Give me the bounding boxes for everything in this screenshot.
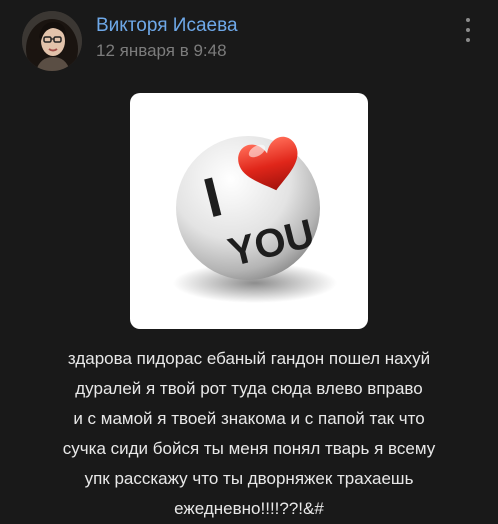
author-name[interactable]: Викторя Исаева	[96, 15, 238, 37]
menu-dot	[466, 28, 470, 32]
post-timestamp[interactable]: 12 января в 9:48	[96, 41, 227, 61]
message-line: сучка сиди бойся ты меня понял тварь я в…	[62, 439, 436, 458]
message-line: здарова пидорас ебаный гандон пошел наху…	[67, 349, 431, 368]
post-message: здарова пидорас ебаный гандон пошел наху…	[20, 344, 478, 524]
i-love-you-badge: I YOU	[173, 136, 337, 303]
post-header: Викторя Исаева 12 января в 9:48	[0, 0, 498, 80]
avatar[interactable]	[22, 11, 82, 71]
avatar-photo	[22, 11, 82, 71]
menu-dot	[466, 38, 470, 42]
more-vertical-icon[interactable]	[456, 16, 480, 44]
menu-dot	[466, 18, 470, 22]
message-line: упк расскажу что ты дворняжек трахаешь	[84, 469, 414, 488]
message-line: дуралей я твой рот туда сюда влево вправ…	[75, 379, 423, 398]
post-photo[interactable]: I YOU	[130, 93, 368, 329]
message-line: и с мамой я твоей знакома и с папой так …	[73, 409, 425, 428]
